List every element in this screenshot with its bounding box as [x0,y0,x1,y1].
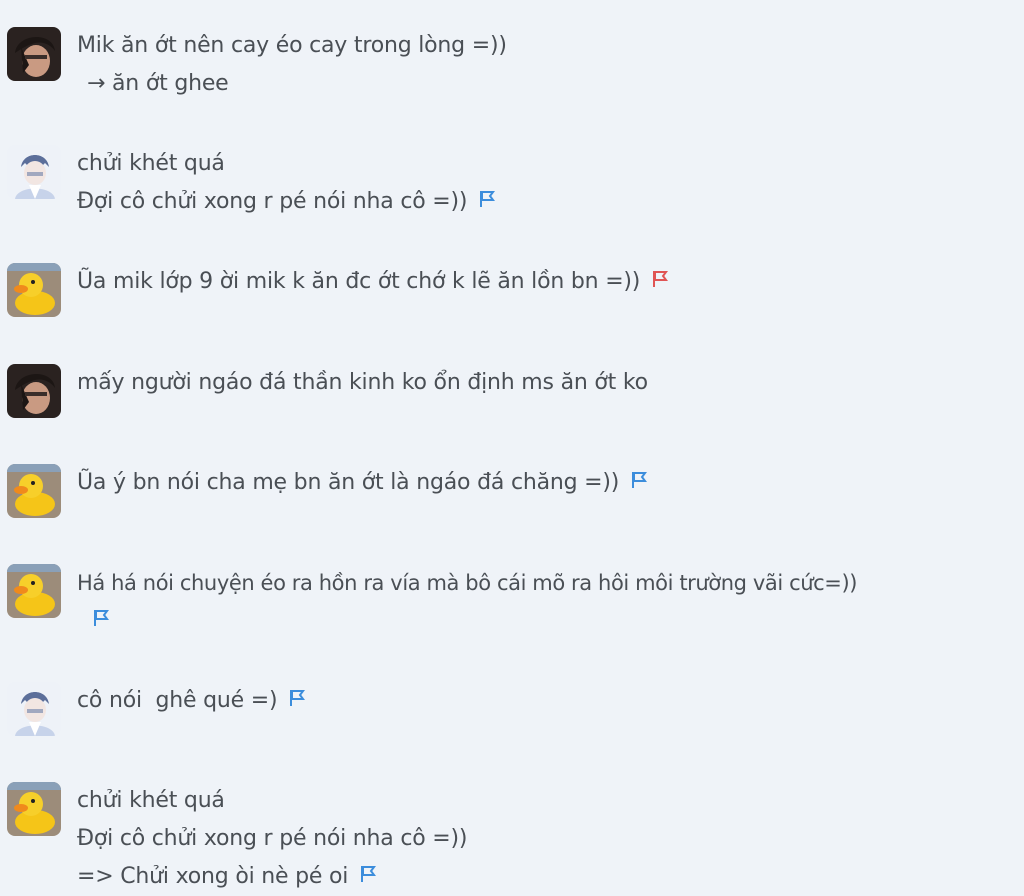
anime-boy-avatar[interactable] [7,145,61,199]
comment-text-span: => Chửi xong òi nè pé oi [77,864,349,889]
comment-text: Ũa mik lớp 9 ời mik k ăn đc ớt chớ k lẽ … [77,263,1016,301]
comment-text: Đợi cô chửi xong r pé nói nha cô =)) [77,183,1016,221]
comment-text-span: Ũa ý bn nói cha mẹ bn ăn ớt là ngáo đá c… [77,470,620,495]
comment-text: Mik ăn ớt nên cay éo cay trong lòng =)) [77,33,507,58]
comment-text: Há há nói chuyện éo ra hồn ra vía mà bô … [77,571,858,595]
comment-text: => Chửi xong òi nè pé oi [77,858,1016,896]
comment-text: chửi khét quá [77,151,225,176]
comment-text-span: Ũa mik lớp 9 ời mik k ăn đc ớt chớ k lẽ … [77,269,641,294]
duck-avatar[interactable] [7,782,61,836]
comment-reply-text: → ăn ớt ghee [87,71,229,96]
report-flag-icon[interactable] [360,865,377,883]
comment-text: mấy người ngáo đá thần kinh ko ổn định m… [77,370,648,395]
report-flag-icon[interactable] [93,609,109,627]
dark-hair-avatar[interactable] [7,364,61,418]
comment-text-span: Đợi cô chửi xong r pé nói nha cô =)) [77,189,468,214]
anime-boy-avatar[interactable] [7,682,61,736]
report-flag-icon[interactable] [652,270,669,288]
report-flag-icon[interactable] [289,689,306,707]
comment-text: Ũa ý bn nói cha mẹ bn ăn ớt là ngáo đá c… [77,464,1016,502]
duck-avatar[interactable] [7,263,61,317]
comment-text: cô nói ghê qué =) [77,682,1016,720]
comment-text-span: cô nói ghê qué =) [77,688,278,713]
comment-thread: Mik ăn ớt nên cay éo cay trong lòng =)) … [0,0,1024,896]
duck-avatar[interactable] [7,464,61,518]
dark-hair-avatar[interactable] [7,27,61,81]
comment-flag-row [77,602,1016,640]
duck-avatar[interactable] [7,564,61,618]
report-flag-icon[interactable] [631,471,648,489]
report-flag-icon[interactable] [479,190,496,208]
comment-text: Đợi cô chửi xong r pé nói nha cô =)) [77,826,468,851]
comment-text: chửi khét quá [77,788,225,813]
